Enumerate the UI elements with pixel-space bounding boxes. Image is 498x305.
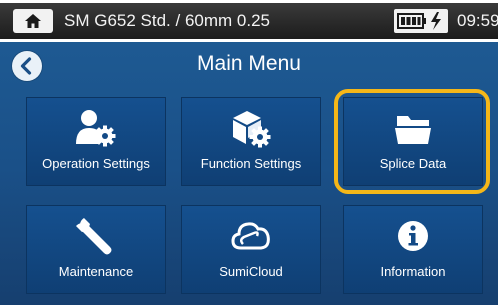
maintenance-tile[interactable]: Maintenance xyxy=(26,205,166,294)
status-title: SM G652 Std. / 60mm 0.25 xyxy=(64,11,270,30)
battery-charging-icon xyxy=(397,12,441,30)
home-button[interactable] xyxy=(13,9,53,33)
operation-settings-tile[interactable]: Operation Settings xyxy=(26,97,166,186)
function-settings-label: Function Settings xyxy=(200,156,302,171)
user-gear-icon xyxy=(76,110,116,147)
status-bar: SM G652 Std. / 60mm 0.25 09:59 xyxy=(0,0,498,42)
operation-settings-label: Operation Settings xyxy=(42,156,150,171)
battery-indicator xyxy=(394,9,448,33)
information-tile[interactable]: Information xyxy=(343,205,483,294)
app-screen: SM G652 Std. / 60mm 0.25 09:59 Main Menu xyxy=(0,0,498,305)
wrench-icon xyxy=(76,218,112,255)
maintenance-label: Maintenance xyxy=(58,264,134,279)
info-icon xyxy=(398,221,428,251)
cloud-icon xyxy=(231,222,270,250)
status-bar-inner: SM G652 Std. / 60mm 0.25 09:59 xyxy=(0,3,498,39)
home-icon xyxy=(25,14,41,28)
sumicloud-tile[interactable]: SumiCloud xyxy=(181,205,321,294)
sumicloud-label: SumiCloud xyxy=(219,264,283,279)
clock: 09:59 xyxy=(457,11,498,30)
box-gear-icon xyxy=(233,111,271,148)
selection-highlight xyxy=(334,89,490,194)
page-title: Main Menu xyxy=(197,52,301,75)
function-settings-tile[interactable]: Function Settings xyxy=(181,97,321,186)
information-label: Information xyxy=(380,264,446,279)
